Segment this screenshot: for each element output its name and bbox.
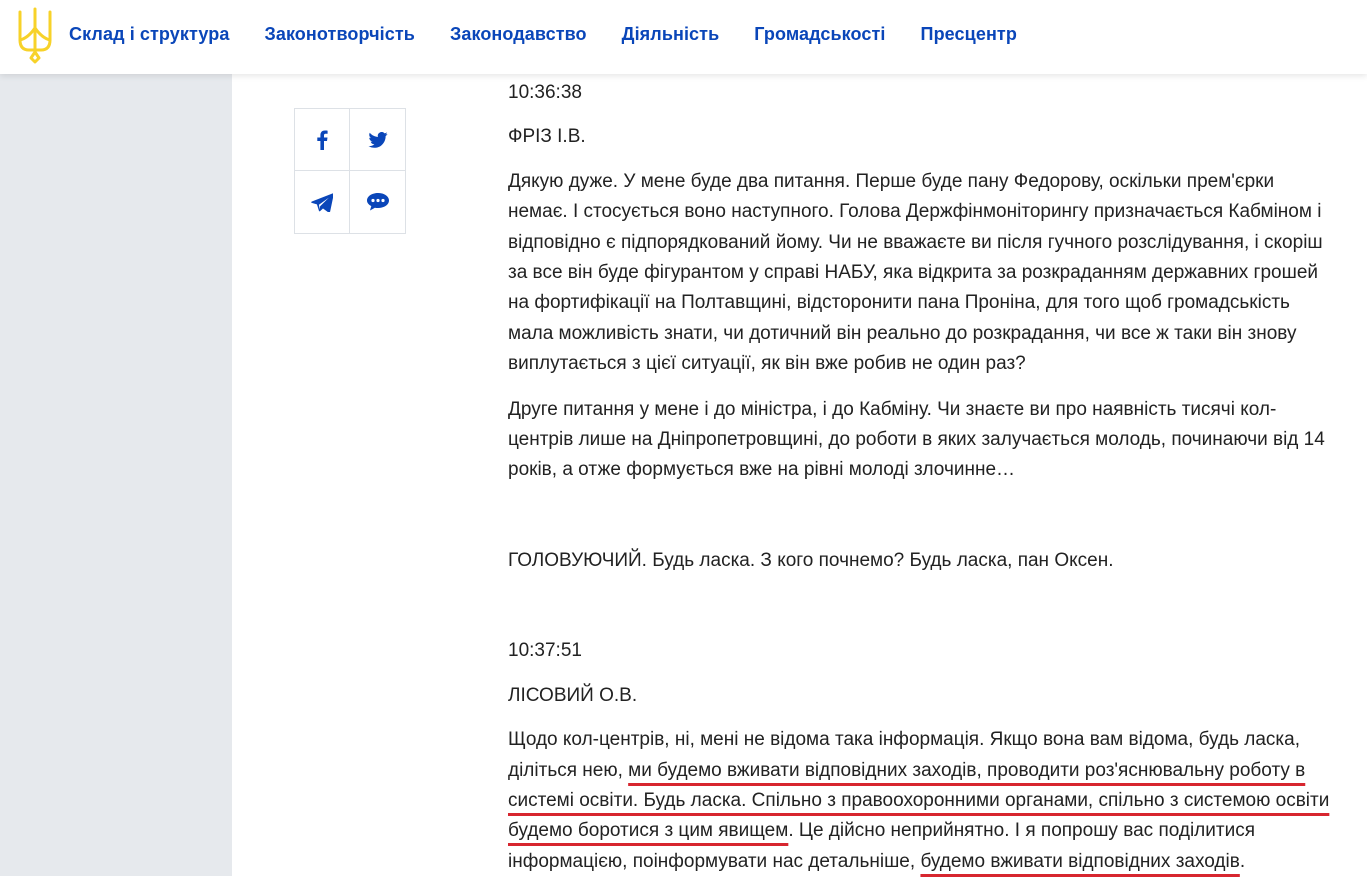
nav-item-legislation[interactable]: Законодавство (450, 24, 587, 45)
speech-paragraph: Щодо кол-центрів, ні, мені не відома так… (508, 725, 1338, 877)
chair-remark: ГОЛОВУЮЧИЙ. Будь ласка. З кого почнемо? … (508, 549, 1114, 571)
twitter-icon (367, 131, 388, 148)
telegram-icon (311, 192, 333, 212)
trident-emblem-icon[interactable] (16, 6, 54, 64)
transcript-content: 10:36:38 ФРІЗ І.В. Дякую дуже. У мене бу… (508, 78, 1338, 877)
share-comment-button[interactable] (350, 171, 405, 233)
highlighted-text: будемо вживати відповідних заходів (920, 850, 1240, 872)
main-navigation: Склад і структура Законотворчість Законо… (69, 0, 1052, 68)
share-telegram-button[interactable] (295, 171, 350, 233)
speaker-name: ЛІСОВИЙ О.В. (508, 684, 638, 706)
nav-item-lawmaking[interactable]: Законотворчість (264, 24, 415, 45)
site-header: Склад і структура Законотворчість Законо… (0, 0, 1367, 74)
nav-item-public[interactable]: Громадськості (754, 24, 885, 45)
speech-paragraph: Дякую дуже. У мене буде два питання. Пер… (508, 170, 1323, 375)
share-twitter-button[interactable] (350, 109, 405, 171)
left-sidebar-panel (0, 74, 232, 876)
speaker-name: ФРІЗ І.В. (508, 126, 586, 148)
timestamp: 10:37:51 (508, 640, 582, 662)
share-facebook-button[interactable] (295, 109, 350, 171)
nav-item-activity[interactable]: Діяльність (622, 24, 720, 45)
nav-item-structure[interactable]: Склад і структура (69, 24, 229, 45)
speech-text: . (1239, 850, 1246, 872)
timestamp: 10:36:38 (508, 82, 582, 103)
facebook-icon (317, 130, 328, 150)
nav-item-press-center[interactable]: Пресцентр (921, 24, 1017, 45)
share-panel (294, 108, 406, 234)
speech-paragraph: Друге питання у мене і до міністра, і до… (508, 398, 1325, 481)
comment-icon (366, 193, 389, 211)
